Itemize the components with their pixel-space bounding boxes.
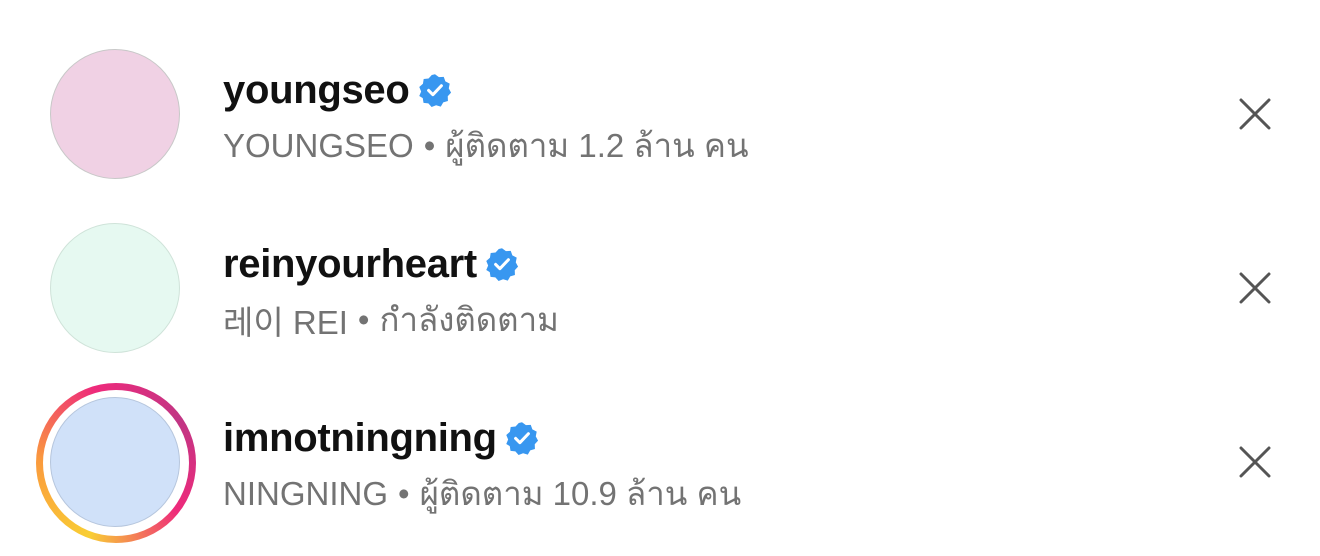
avatar[interactable] <box>36 35 196 195</box>
username[interactable]: imnotningning <box>223 416 497 461</box>
suggested-accounts-list: youngseo YOUNGSEO • ผู้ติดตาม 1.2 ล้าน ค… <box>0 0 1320 556</box>
avatar-image <box>50 49 180 179</box>
username[interactable]: reinyourheart <box>223 242 477 287</box>
display-name: 레이 REI <box>223 303 348 341</box>
dismiss-button[interactable] <box>1228 437 1282 491</box>
account-info: youngseo YOUNGSEO • ผู้ติดตาม 1.2 ล้าน ค… <box>223 65 749 172</box>
username-line: reinyourheart <box>223 239 559 289</box>
avatar-image <box>50 223 180 353</box>
close-icon[interactable] <box>1238 271 1272 310</box>
verified-badge-icon <box>485 247 519 281</box>
close-icon[interactable] <box>1238 97 1272 136</box>
avatar[interactable] <box>36 209 196 369</box>
following-status: กำลังติดตาม <box>379 301 559 338</box>
separator-dot: • <box>398 474 410 512</box>
account-row-imnotningning[interactable]: imnotningning NINGNING • ผู้ติดตาม 10.9 … <box>0 377 1320 551</box>
close-icon[interactable] <box>1238 445 1272 484</box>
avatar-image <box>50 397 180 527</box>
account-row-youngseo[interactable]: youngseo YOUNGSEO • ผู้ติดตาม 1.2 ล้าน ค… <box>0 29 1320 203</box>
username-line: youngseo <box>223 65 749 115</box>
verified-badge-icon <box>505 421 539 455</box>
display-name: NINGNING <box>223 474 388 512</box>
account-subtitle: YOUNGSEO • ผู้ติดตาม 1.2 ล้าน คน <box>223 119 749 172</box>
dismiss-button[interactable] <box>1228 263 1282 317</box>
verified-badge-icon <box>418 73 452 107</box>
account-info: reinyourheart 레이 REI • กำลังติดตาม <box>223 239 559 346</box>
account-info: imnotningning NINGNING • ผู้ติดตาม 10.9 … <box>223 413 741 520</box>
account-row-reinyourheart[interactable]: reinyourheart 레이 REI • กำลังติดตาม <box>0 203 1320 377</box>
dismiss-button[interactable] <box>1228 89 1282 143</box>
avatar[interactable] <box>36 383 196 543</box>
account-subtitle: 레이 REI • กำลังติดตาม <box>223 293 559 346</box>
separator-dot: • <box>423 126 436 164</box>
username-line: imnotningning <box>223 413 741 463</box>
account-subtitle: NINGNING • ผู้ติดตาม 10.9 ล้าน คน <box>223 467 741 520</box>
display-name: YOUNGSEO <box>223 126 414 164</box>
follower-count: ผู้ติดตาม 10.9 ล้าน คน <box>419 475 742 512</box>
follower-count: ผู้ติดตาม 1.2 ล้าน คน <box>445 127 749 164</box>
username[interactable]: youngseo <box>223 68 410 113</box>
separator-dot: • <box>357 300 370 338</box>
